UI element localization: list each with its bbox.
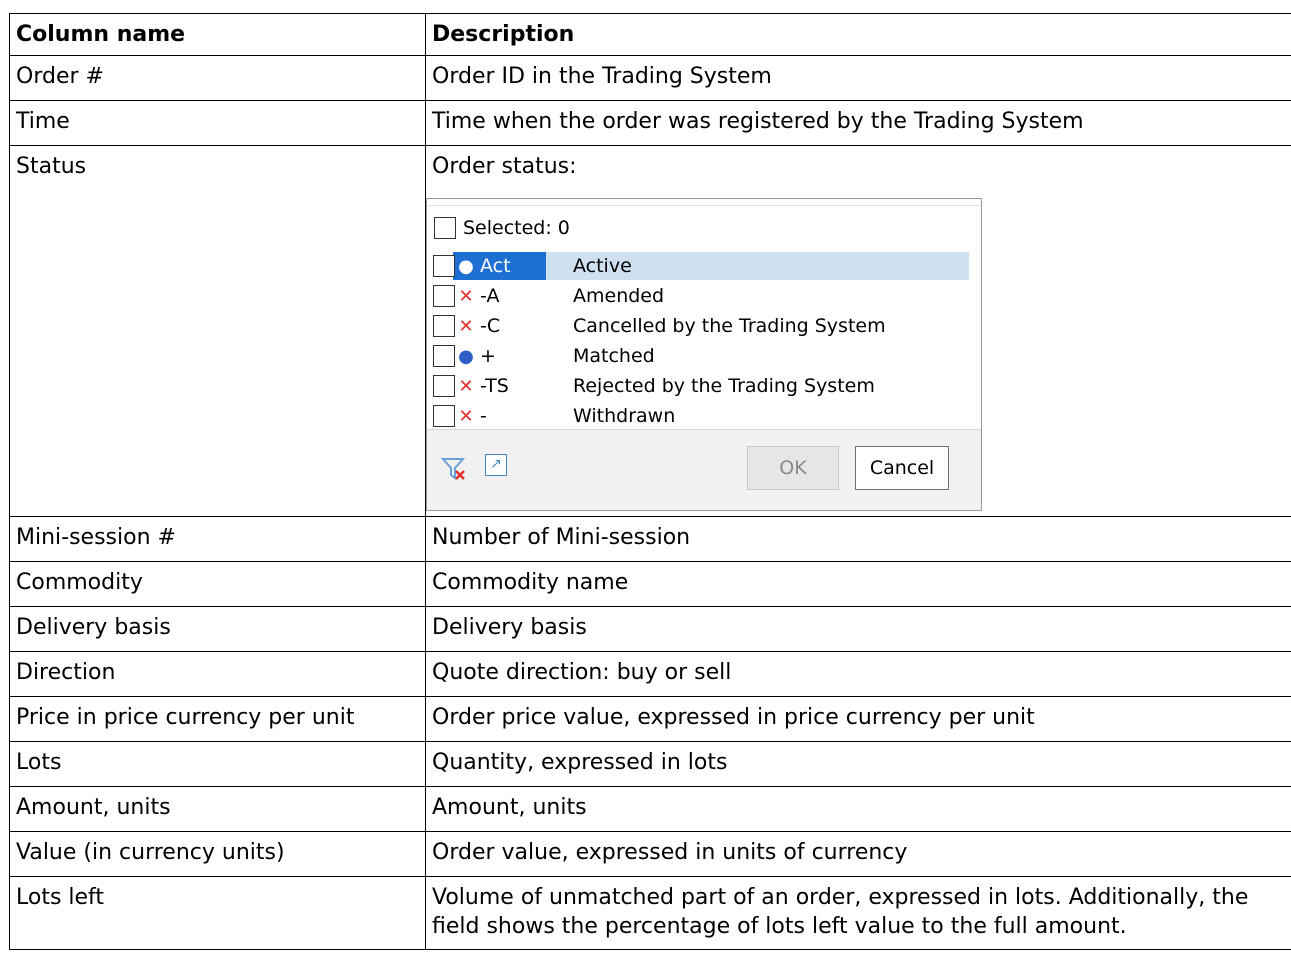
- row-name: Direction: [9, 651, 426, 697]
- status-label: Amended: [573, 284, 665, 307]
- row-name: Amount, units: [9, 786, 426, 832]
- status-checkbox[interactable]: [433, 255, 455, 277]
- status-label: Rejected by the Trading System: [573, 374, 875, 397]
- status-item-cancelled[interactable]: ✕ -C Cancelled by the Trading System: [433, 311, 969, 341]
- select-all-row[interactable]: Selected: 0: [434, 215, 570, 241]
- row-description-status: Order status: Selected: 0 ● Act Active ✕…: [425, 145, 1291, 517]
- row-description: Volume of unmatched part of an order, ex…: [425, 876, 1291, 950]
- table-row: Lots Quantity, expressed in lots: [9, 741, 1291, 787]
- grid-background: [427, 199, 981, 206]
- table-row: Mini-session # Number of Mini-session: [9, 516, 1291, 562]
- status-item-amended[interactable]: ✕ -A Amended: [433, 281, 969, 311]
- cancel-button[interactable]: Cancel: [855, 446, 949, 490]
- status-code: -: [480, 404, 487, 427]
- row-name: Delivery basis: [9, 606, 426, 652]
- status-checkbox[interactable]: [433, 345, 455, 367]
- status-item-matched[interactable]: ● + Matched: [433, 341, 969, 371]
- status-list: ● Act Active ✕ -A Amended ✕ -C Cancelled…: [433, 251, 969, 431]
- row-description: Delivery basis: [425, 606, 1291, 652]
- row-description: Quantity, expressed in lots: [425, 741, 1291, 787]
- row-name: Lots left: [9, 876, 426, 950]
- table-row: Order # Order ID in the Trading System: [9, 55, 1291, 101]
- columns-table: Column name Description Order # Order ID…: [9, 13, 1291, 950]
- dialog-footer: ↗ OK Cancel: [427, 429, 981, 510]
- table-row: Lots left Volume of unmatched part of an…: [9, 876, 1291, 950]
- red-x-icon: ✕: [458, 285, 474, 307]
- status-checkbox[interactable]: [433, 315, 455, 337]
- row-name: Time: [9, 100, 426, 146]
- status-item-rejected[interactable]: ✕ -TS Rejected by the Trading System: [433, 371, 969, 401]
- row-description: Commodity name: [425, 561, 1291, 607]
- status-code: -TS: [480, 374, 509, 397]
- clear-filter-icon[interactable]: [441, 456, 467, 482]
- status-checkbox[interactable]: [433, 285, 455, 307]
- status-filter-dialog: Selected: 0 ● Act Active ✕ -A Amended ✕ …: [426, 198, 982, 511]
- row-description: Order price value, expressed in price cu…: [425, 696, 1291, 742]
- ok-button[interactable]: OK: [747, 446, 839, 490]
- row-name: Order #: [9, 55, 426, 101]
- row-description: Quote direction: buy or sell: [425, 651, 1291, 697]
- column-name-header: Column name: [9, 13, 426, 56]
- row-description: Order status:: [432, 154, 577, 179]
- status-item-active[interactable]: ● Act Active: [433, 251, 969, 281]
- row-name: Lots: [9, 741, 426, 787]
- status-code: -C: [480, 314, 501, 337]
- row-name: Mini-session #: [9, 516, 426, 562]
- status-label: Cancelled by the Trading System: [573, 314, 886, 337]
- row-name: Status: [9, 145, 426, 517]
- status-checkbox[interactable]: [433, 375, 455, 397]
- row-description: Time when the order was registered by th…: [425, 100, 1291, 146]
- row-name: Price in price currency per unit: [9, 696, 426, 742]
- white-dot-icon: ●: [458, 255, 474, 277]
- status-code: Act: [480, 254, 511, 277]
- row-description: Number of Mini-session: [425, 516, 1291, 562]
- red-x-icon: ✕: [458, 315, 474, 337]
- table-row: Commodity Commodity name: [9, 561, 1291, 607]
- table-row: Amount, units Amount, units: [9, 786, 1291, 832]
- status-label: Active: [573, 254, 632, 277]
- red-x-icon: ✕: [458, 375, 474, 397]
- table-row: Direction Quote direction: buy or sell: [9, 651, 1291, 697]
- row-name: Value (in currency units): [9, 831, 426, 877]
- table-header-row: Column name Description: [9, 13, 1291, 56]
- row-description: Order ID in the Trading System: [425, 55, 1291, 101]
- blue-dot-icon: ●: [458, 345, 474, 367]
- table-row: Delivery basis Delivery basis: [9, 606, 1291, 652]
- row-description: Order value, expressed in units of curre…: [425, 831, 1291, 877]
- select-all-label: Selected: 0: [463, 216, 570, 239]
- description-header: Description: [425, 13, 1291, 56]
- table-row: Price in price currency per unit Order p…: [9, 696, 1291, 742]
- status-label: Matched: [573, 344, 655, 367]
- status-checkbox[interactable]: [433, 405, 455, 427]
- expand-icon[interactable]: ↗: [485, 454, 507, 476]
- status-code: +: [480, 344, 496, 367]
- select-all-checkbox[interactable]: [434, 217, 456, 239]
- table-row: Time Time when the order was registered …: [9, 100, 1291, 146]
- table-row: Status Order status: Selected: 0 ● Act A…: [9, 145, 1291, 517]
- status-code: -A: [480, 284, 500, 307]
- red-x-icon: ✕: [458, 405, 474, 427]
- table-row: Value (in currency units) Order value, e…: [9, 831, 1291, 877]
- status-item-withdrawn[interactable]: ✕ - Withdrawn: [433, 401, 969, 431]
- row-description: Amount, units: [425, 786, 1291, 832]
- status-label: Withdrawn: [573, 404, 676, 427]
- row-name: Commodity: [9, 561, 426, 607]
